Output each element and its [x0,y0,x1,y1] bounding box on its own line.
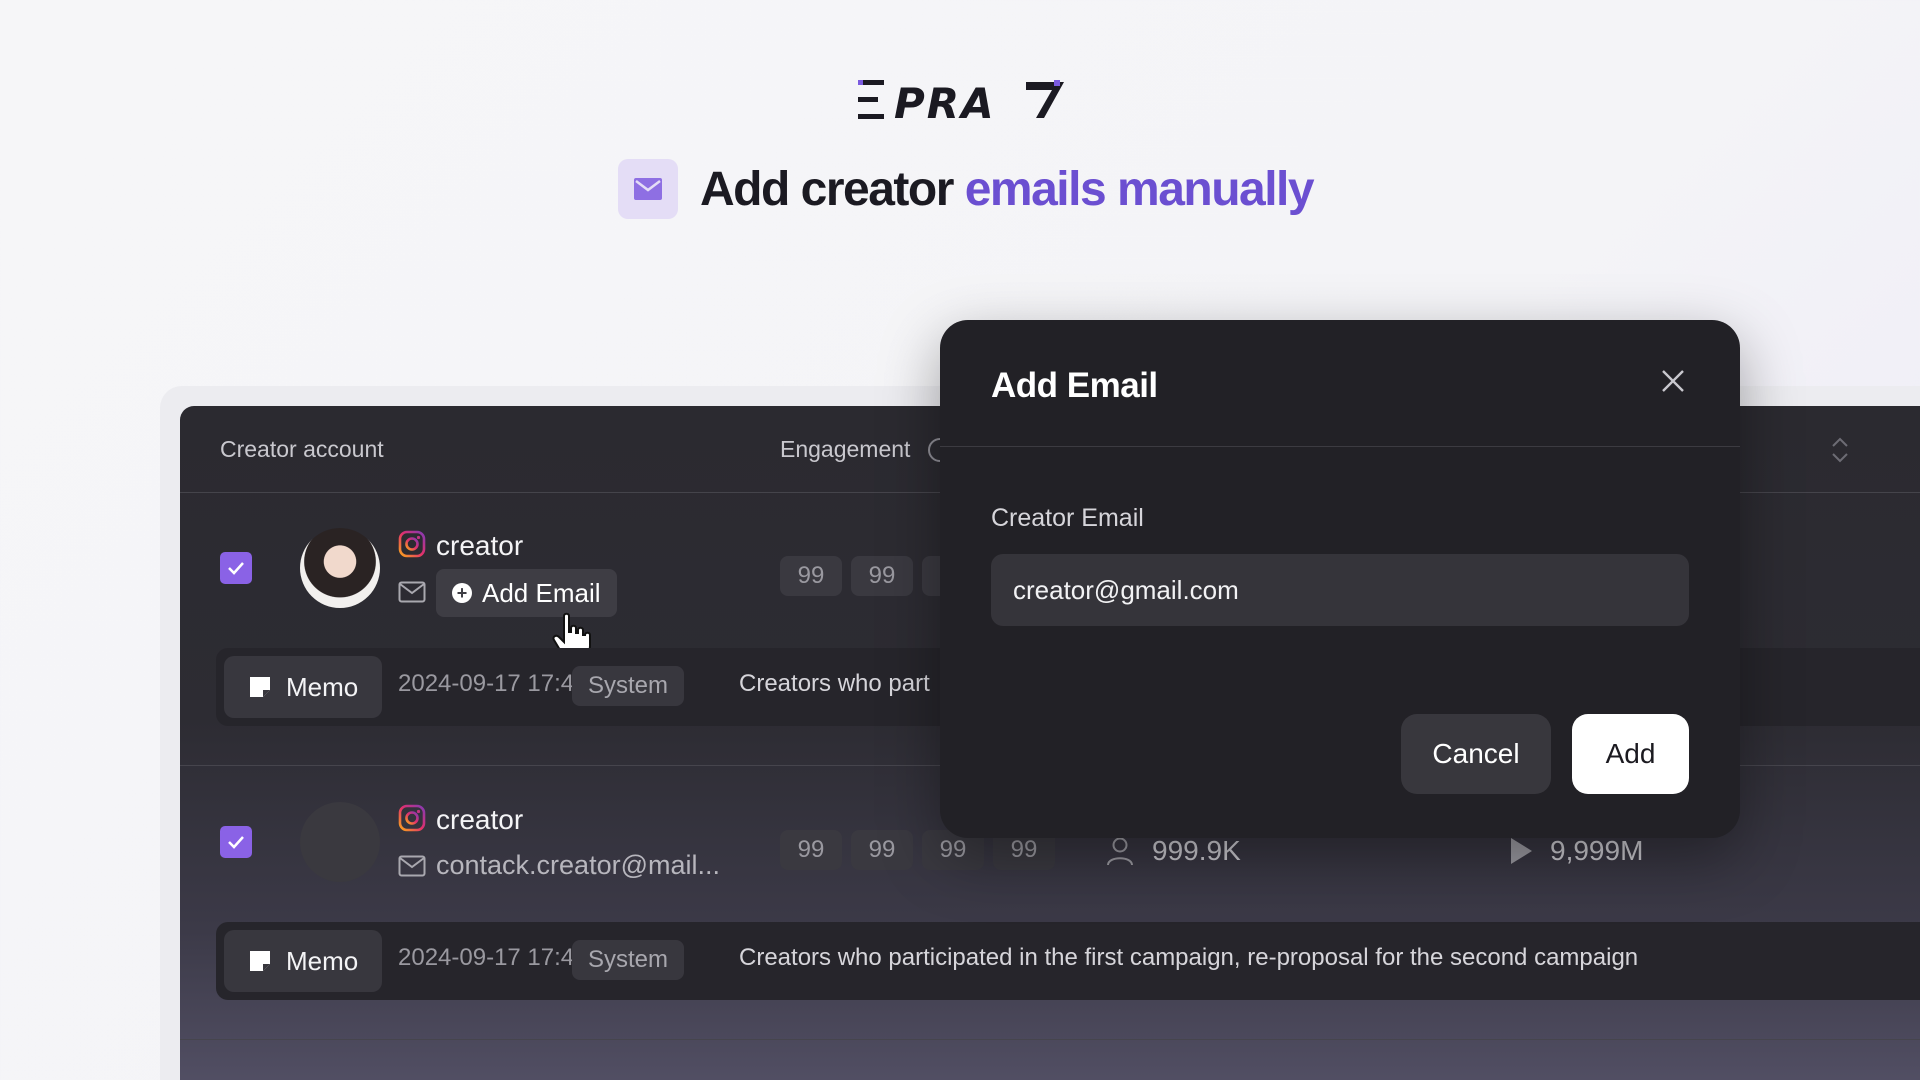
headline-part1: Add creator [700,162,954,216]
row-checkbox[interactable] [220,552,252,584]
play-icon [1511,838,1532,864]
avatar [300,528,380,608]
cancel-button[interactable]: Cancel [1401,714,1551,794]
engagement-chip: 99 [851,556,913,596]
instagram-icon [398,804,426,832]
creator-name[interactable]: creator [436,804,523,836]
views-count: 9,999M [1550,835,1644,866]
add-email-button[interactable]: + Add Email [436,569,617,617]
modal-title: Add Email [991,366,1158,405]
memo-label: Memo [286,945,359,976]
headline-part2: emails manually [964,162,1315,216]
memo-button[interactable]: Memo [224,656,383,718]
modal-divider [940,446,1740,447]
memo-bar: Memo 2024-09-17 17:46 System Creators wh… [216,922,1920,1000]
add-email-modal: Add Email Creator Email Cancel Add [940,320,1740,838]
instagram-icon [398,530,426,558]
plus-icon: + [452,583,472,603]
memo-label: Memo [286,671,359,702]
mail-icon [618,159,678,219]
memo-icon [250,677,270,697]
check-icon [228,836,244,849]
add-button[interactable]: Add [1572,714,1689,794]
headline-title: Add creator emails manually [700,162,1315,217]
engagement-chip: 99 [780,556,842,596]
memo-tag: System [572,666,685,706]
creator-email-label: Creator Email [991,504,1144,532]
memo-tag: System [572,940,685,980]
check-icon [228,562,244,575]
memo-text: Creators who part [739,670,930,697]
mail-icon [398,855,426,877]
avatar [300,802,380,882]
sort-icon[interactable] [1830,434,1850,466]
memo-text: Creators who participated in the first c… [739,944,1639,971]
memo-date: 2024-09-17 17:46 [398,944,588,971]
engagement-chip: 99 [851,830,913,870]
creator-name[interactable]: creator [436,530,523,562]
row-checkbox[interactable] [220,826,252,858]
engagement-chip: 99 [780,830,842,870]
mail-icon [398,581,426,603]
creator-email-input[interactable] [991,554,1689,626]
memo-button[interactable]: Memo [224,930,383,992]
logo-wordmark: PRA [894,80,996,120]
brand-logo: PRA [858,80,1064,120]
memo-icon [250,951,270,971]
close-icon[interactable] [1658,366,1688,396]
column-header-engagement[interactable]: Engagement [780,436,910,463]
headline: Add creator emails manually [618,158,1315,220]
followers-count: 999.9K [1152,835,1241,866]
add-email-label: Add Email [482,577,601,608]
followers-icon [1107,837,1133,866]
creator-email[interactable]: contack.creator@mail... [436,850,720,881]
column-header-creator-account[interactable]: Creator account [220,436,384,463]
memo-date: 2024-09-17 17:46 [398,670,588,697]
row-divider [180,1039,1920,1040]
